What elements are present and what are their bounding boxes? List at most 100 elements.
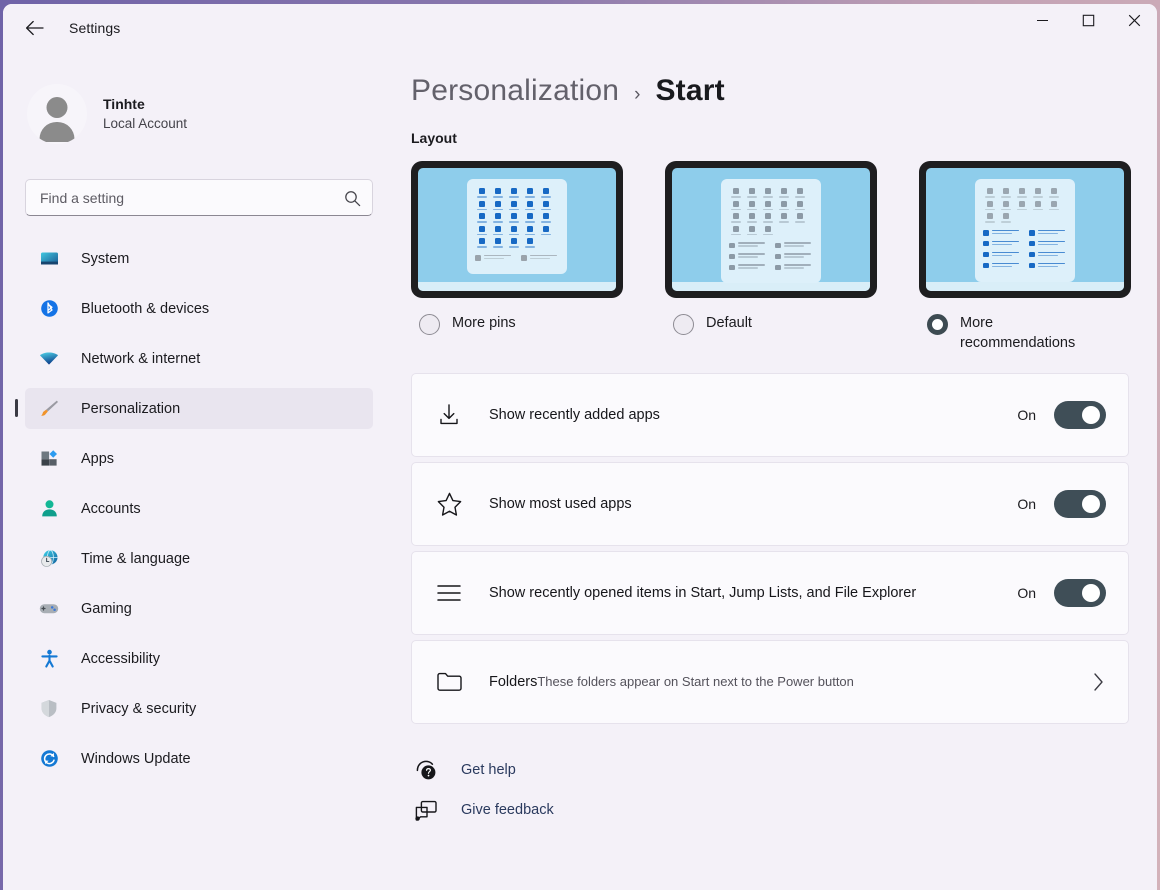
- thumb-pin: [729, 225, 742, 236]
- thumb-pin: [523, 200, 536, 211]
- layout-radio-row[interactable]: More pins: [411, 313, 623, 335]
- thumb-recommendation-rows: [729, 242, 813, 271]
- layout-thumbnail[interactable]: [411, 161, 623, 298]
- card-control: [1090, 671, 1106, 693]
- account-tile[interactable]: Tinhte Local Account: [25, 72, 373, 156]
- list-lines-icon: [434, 582, 464, 604]
- thumb-recommendation: [475, 254, 513, 261]
- thumb-pin: [491, 225, 504, 236]
- layout-thumbnail[interactable]: [919, 161, 1131, 298]
- sidebar-item-personalization[interactable]: Personalization: [15, 388, 373, 429]
- sidebar-item-label: System: [81, 250, 130, 267]
- minimize-icon: [1036, 19, 1048, 22]
- feedback-icon: [411, 799, 441, 821]
- maximize-button[interactable]: [1065, 4, 1111, 37]
- thumb-pin: [475, 238, 488, 248]
- sidebar-item-accessibility[interactable]: Accessibility: [25, 638, 373, 679]
- thumb-pin: [983, 188, 996, 198]
- breadcrumb-parent[interactable]: Personalization: [411, 74, 619, 108]
- maximize-icon: [1082, 14, 1094, 27]
- thumb-pin: [1015, 200, 1028, 211]
- search-button[interactable]: [339, 185, 365, 211]
- thumb-pin: [507, 225, 520, 236]
- toggle-switch[interactable]: [1054, 490, 1106, 518]
- window-controls: [1019, 4, 1157, 52]
- thumb-taskbar: [672, 282, 870, 291]
- thumb-pin: [475, 225, 488, 236]
- thumb-recommendation-rows: [983, 229, 1067, 269]
- sidebar-item-label: Apps: [81, 450, 115, 467]
- accessibility-icon: [39, 649, 59, 669]
- thumb-pin: [475, 200, 488, 211]
- help-headset-icon: [411, 758, 441, 782]
- account-type: Local Account: [103, 115, 188, 131]
- sidebar-item-bluetooth-devices[interactable]: Bluetooth & devices: [25, 288, 373, 329]
- radio-button[interactable]: [419, 314, 440, 335]
- sidebar-item-accounts[interactable]: Accounts: [25, 488, 373, 529]
- close-button[interactable]: [1111, 4, 1157, 37]
- gamepad-icon: [39, 599, 59, 619]
- footer-link[interactable]: Get help: [411, 750, 1129, 790]
- thumb-taskbar: [926, 282, 1124, 291]
- back-button[interactable]: [15, 11, 53, 45]
- layout-option[interactable]: More pins: [411, 161, 623, 353]
- sidebar-item-gaming[interactable]: Gaming: [25, 588, 373, 629]
- setting-card[interactable]: Show recently opened items in Start, Jum…: [411, 551, 1129, 635]
- sidebar-item-time-language[interactable]: Time & language: [25, 538, 373, 579]
- radio-button[interactable]: [927, 314, 948, 335]
- app-title: Settings: [69, 20, 121, 36]
- layout-option[interactable]: Default: [665, 161, 877, 353]
- thumb-pin: [507, 200, 520, 211]
- sidebar-item-system[interactable]: System: [25, 238, 373, 279]
- layout-option[interactable]: More recommendations: [919, 161, 1131, 353]
- setting-card[interactable]: Show most used apps On: [411, 462, 1129, 546]
- thumb-pin-grid: [475, 188, 559, 248]
- paintbrush-icon: [39, 399, 59, 419]
- sidebar-item-network-internet[interactable]: Network & internet: [25, 338, 373, 379]
- chevron-right-icon: [1094, 673, 1103, 691]
- toggle-switch[interactable]: [1054, 579, 1106, 607]
- layout-thumbnail[interactable]: [665, 161, 877, 298]
- radio-button[interactable]: [673, 314, 694, 335]
- thumb-screen: [672, 168, 870, 291]
- thumb-recommendation: [775, 264, 813, 271]
- layout-radio-row[interactable]: More recommendations: [919, 313, 1131, 353]
- thumb-pin: [475, 188, 488, 198]
- card-text: Show recently opened items in Start, Jum…: [489, 583, 1017, 604]
- thumb-recommendation: [729, 253, 767, 260]
- thumb-screen: [926, 168, 1124, 291]
- layout-radio-row[interactable]: Default: [665, 313, 877, 335]
- sidebar-item-windows-update[interactable]: Windows Update: [25, 738, 373, 779]
- thumb-pin: [745, 188, 758, 198]
- apps-icon: [39, 449, 59, 469]
- person-avatar-icon: [27, 84, 87, 144]
- thumb-recommendation: [729, 242, 767, 249]
- minimize-button[interactable]: [1019, 4, 1065, 37]
- thumb-pin: [1047, 188, 1060, 198]
- search-input[interactable]: [25, 179, 373, 216]
- footer-link[interactable]: Give feedback: [411, 790, 1129, 830]
- card-text: FoldersThese folders appear on Start nex…: [489, 672, 1090, 693]
- toggle-state-label: On: [1017, 496, 1036, 512]
- thumb-recommendation: [983, 251, 1021, 258]
- sidebar-item-label: Windows Update: [81, 750, 191, 767]
- thumb-taskbar: [418, 282, 616, 291]
- sidebar-nav: System Bluetooth & devices Network & int…: [15, 238, 373, 779]
- thumb-pin: [745, 200, 758, 211]
- folder-icon: [434, 670, 464, 694]
- setting-card[interactable]: Show recently added apps On: [411, 373, 1129, 457]
- update-refresh-icon: [39, 749, 59, 769]
- sidebar-item-privacy-security[interactable]: Privacy & security: [25, 688, 373, 729]
- setting-card[interactable]: FoldersThese folders appear on Start nex…: [411, 640, 1129, 724]
- thumb-pin: [761, 225, 774, 236]
- thumb-pin: [539, 225, 552, 236]
- thumb-pin: [999, 188, 1012, 198]
- sidebar: Tinhte Local Account Find a setting Syst…: [3, 52, 395, 890]
- close-icon: [1128, 14, 1140, 27]
- toggle-switch[interactable]: [1054, 401, 1106, 429]
- wifi-icon: [39, 349, 59, 369]
- settings-cards: Show recently added apps On Show most used…: [411, 373, 1129, 724]
- sidebar-item-apps[interactable]: Apps: [25, 438, 373, 479]
- thumb-pin: [729, 188, 742, 198]
- thumb-pin: [523, 188, 536, 198]
